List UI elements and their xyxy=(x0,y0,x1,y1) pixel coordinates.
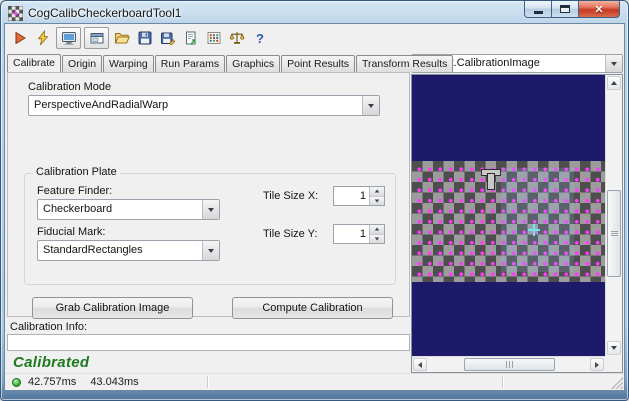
electric-run-button[interactable] xyxy=(33,28,53,48)
spin-down-icon[interactable] xyxy=(370,233,384,243)
minimize-icon xyxy=(533,11,543,14)
chevron-down-icon[interactable] xyxy=(202,200,219,219)
calibrate-tab-page: Calibration Mode PerspectiveAndRadialWar… xyxy=(7,72,410,319)
grab-calibration-image-button[interactable]: Grab Calibration Image xyxy=(32,297,193,319)
calibration-info-field[interactable] xyxy=(7,334,410,351)
feature-finder-label: Feature Finder: xyxy=(37,185,113,197)
status-separator xyxy=(502,376,504,388)
tab-point-results[interactable]: Point Results xyxy=(281,55,356,72)
status-bar: 42.757ms 43.043ms xyxy=(5,373,624,390)
caption-buttons: ✕ xyxy=(524,1,620,18)
image-display-panel xyxy=(411,74,623,373)
status-separator xyxy=(207,376,209,388)
chevron-down-icon[interactable] xyxy=(362,96,379,115)
tile-size-y-label: Tile Size Y: xyxy=(263,228,318,240)
folder-open-icon xyxy=(114,33,130,44)
save-button[interactable] xyxy=(135,28,155,48)
tab-run-params[interactable]: Run Params xyxy=(154,55,226,72)
status-led-icon xyxy=(12,377,21,387)
client-area: ? Calibrate Origin Warping Run Params Gr… xyxy=(5,24,624,390)
abacus-button[interactable] xyxy=(204,28,224,48)
chevron-down-icon[interactable] xyxy=(202,241,219,260)
tab-transform-results[interactable]: Transform Results xyxy=(356,55,454,72)
vertical-scroll-thumb[interactable] xyxy=(607,190,621,278)
floating-image-display-button[interactable] xyxy=(84,27,109,49)
horizontal-scrollbar[interactable] xyxy=(412,356,605,372)
tile-size-y-stepper[interactable]: 1 xyxy=(333,224,385,244)
vertical-scrollbar[interactable] xyxy=(605,75,622,356)
tab-strip: Calibrate Origin Warping Run Params Grap… xyxy=(7,54,454,72)
spin-up-icon[interactable] xyxy=(370,187,384,196)
window-icon xyxy=(90,33,103,44)
help-button[interactable]: ? xyxy=(250,28,270,48)
spin-down-icon[interactable] xyxy=(370,195,384,205)
scrollbar-corner xyxy=(605,356,622,372)
page-arrow-icon xyxy=(186,31,196,45)
highlight-overlay xyxy=(500,167,575,272)
crosshair-marker xyxy=(527,223,540,236)
open-button[interactable] xyxy=(112,28,132,48)
scroll-left-icon[interactable] xyxy=(413,358,427,371)
tile-size-x-label: Tile Size X: xyxy=(263,190,319,202)
fiducial-mark-label: Fiducial Mark: xyxy=(37,226,106,238)
horizontal-scroll-thumb[interactable] xyxy=(464,358,555,371)
toolbar: ? xyxy=(5,24,624,52)
tile-size-x-stepper[interactable]: 1 xyxy=(333,186,385,206)
origin-marker xyxy=(481,169,502,191)
calibration-mode-label: Calibration Mode xyxy=(28,81,112,93)
total-time: 43.043ms xyxy=(90,376,139,388)
tab-warping[interactable]: Warping xyxy=(103,55,154,72)
compute-calibration-button[interactable]: Compute Calibration xyxy=(232,297,393,319)
fiducial-mark-select[interactable]: StandardRectangles xyxy=(37,240,220,261)
abacus-icon xyxy=(207,32,221,44)
maximize-button[interactable] xyxy=(552,1,579,18)
scroll-right-icon[interactable] xyxy=(590,358,604,371)
calibration-plate-label: Calibration Plate xyxy=(33,166,120,178)
minimize-button[interactable] xyxy=(524,1,552,18)
floppy-icon xyxy=(138,31,152,45)
image-display-button[interactable] xyxy=(56,27,81,49)
calibration-image-display[interactable] xyxy=(412,75,605,356)
calibration-plate-group: Calibration Plate Feature Finder: Checke… xyxy=(24,166,396,285)
tab-origin[interactable]: Origin xyxy=(62,55,103,72)
lightning-icon xyxy=(37,30,49,46)
app-icon xyxy=(8,5,23,21)
close-button[interactable]: ✕ xyxy=(579,1,620,18)
calibration-status-text: Calibrated xyxy=(13,354,90,371)
monitor-icon xyxy=(61,32,76,45)
resize-grip[interactable] xyxy=(610,376,623,389)
scales-icon xyxy=(229,32,245,44)
close-icon: ✕ xyxy=(594,3,604,16)
play-icon xyxy=(15,31,26,45)
balance-button[interactable] xyxy=(227,28,247,48)
scroll-up-icon[interactable] xyxy=(607,76,621,90)
chevron-down-icon[interactable] xyxy=(605,55,622,72)
feature-finder-select[interactable]: Checkerboard xyxy=(37,199,220,220)
screenshot-root: CogCalibCheckerboardTool1 ✕ ? Calibrate … xyxy=(0,0,629,401)
spin-up-icon[interactable] xyxy=(370,225,384,234)
run-button[interactable] xyxy=(10,28,30,48)
tab-calibrate[interactable]: Calibrate xyxy=(7,54,62,72)
tab-graphics[interactable]: Graphics xyxy=(226,55,281,72)
scroll-down-icon[interactable] xyxy=(607,341,621,355)
execution-time: 42.757ms xyxy=(28,376,77,388)
export-button[interactable] xyxy=(181,28,201,48)
calibration-info-label: Calibration Info: xyxy=(10,321,88,333)
question-icon: ? xyxy=(256,30,264,46)
window-title: CogCalibCheckerboardTool1 xyxy=(28,6,182,20)
floppy-pencil-icon xyxy=(161,32,176,46)
maximize-icon xyxy=(560,5,570,13)
app-window: CogCalibCheckerboardTool1 ✕ ? Calibrate … xyxy=(0,0,629,401)
calibration-mode-select[interactable]: PerspectiveAndRadialWarp xyxy=(28,95,380,116)
save-as-button[interactable] xyxy=(158,28,178,48)
